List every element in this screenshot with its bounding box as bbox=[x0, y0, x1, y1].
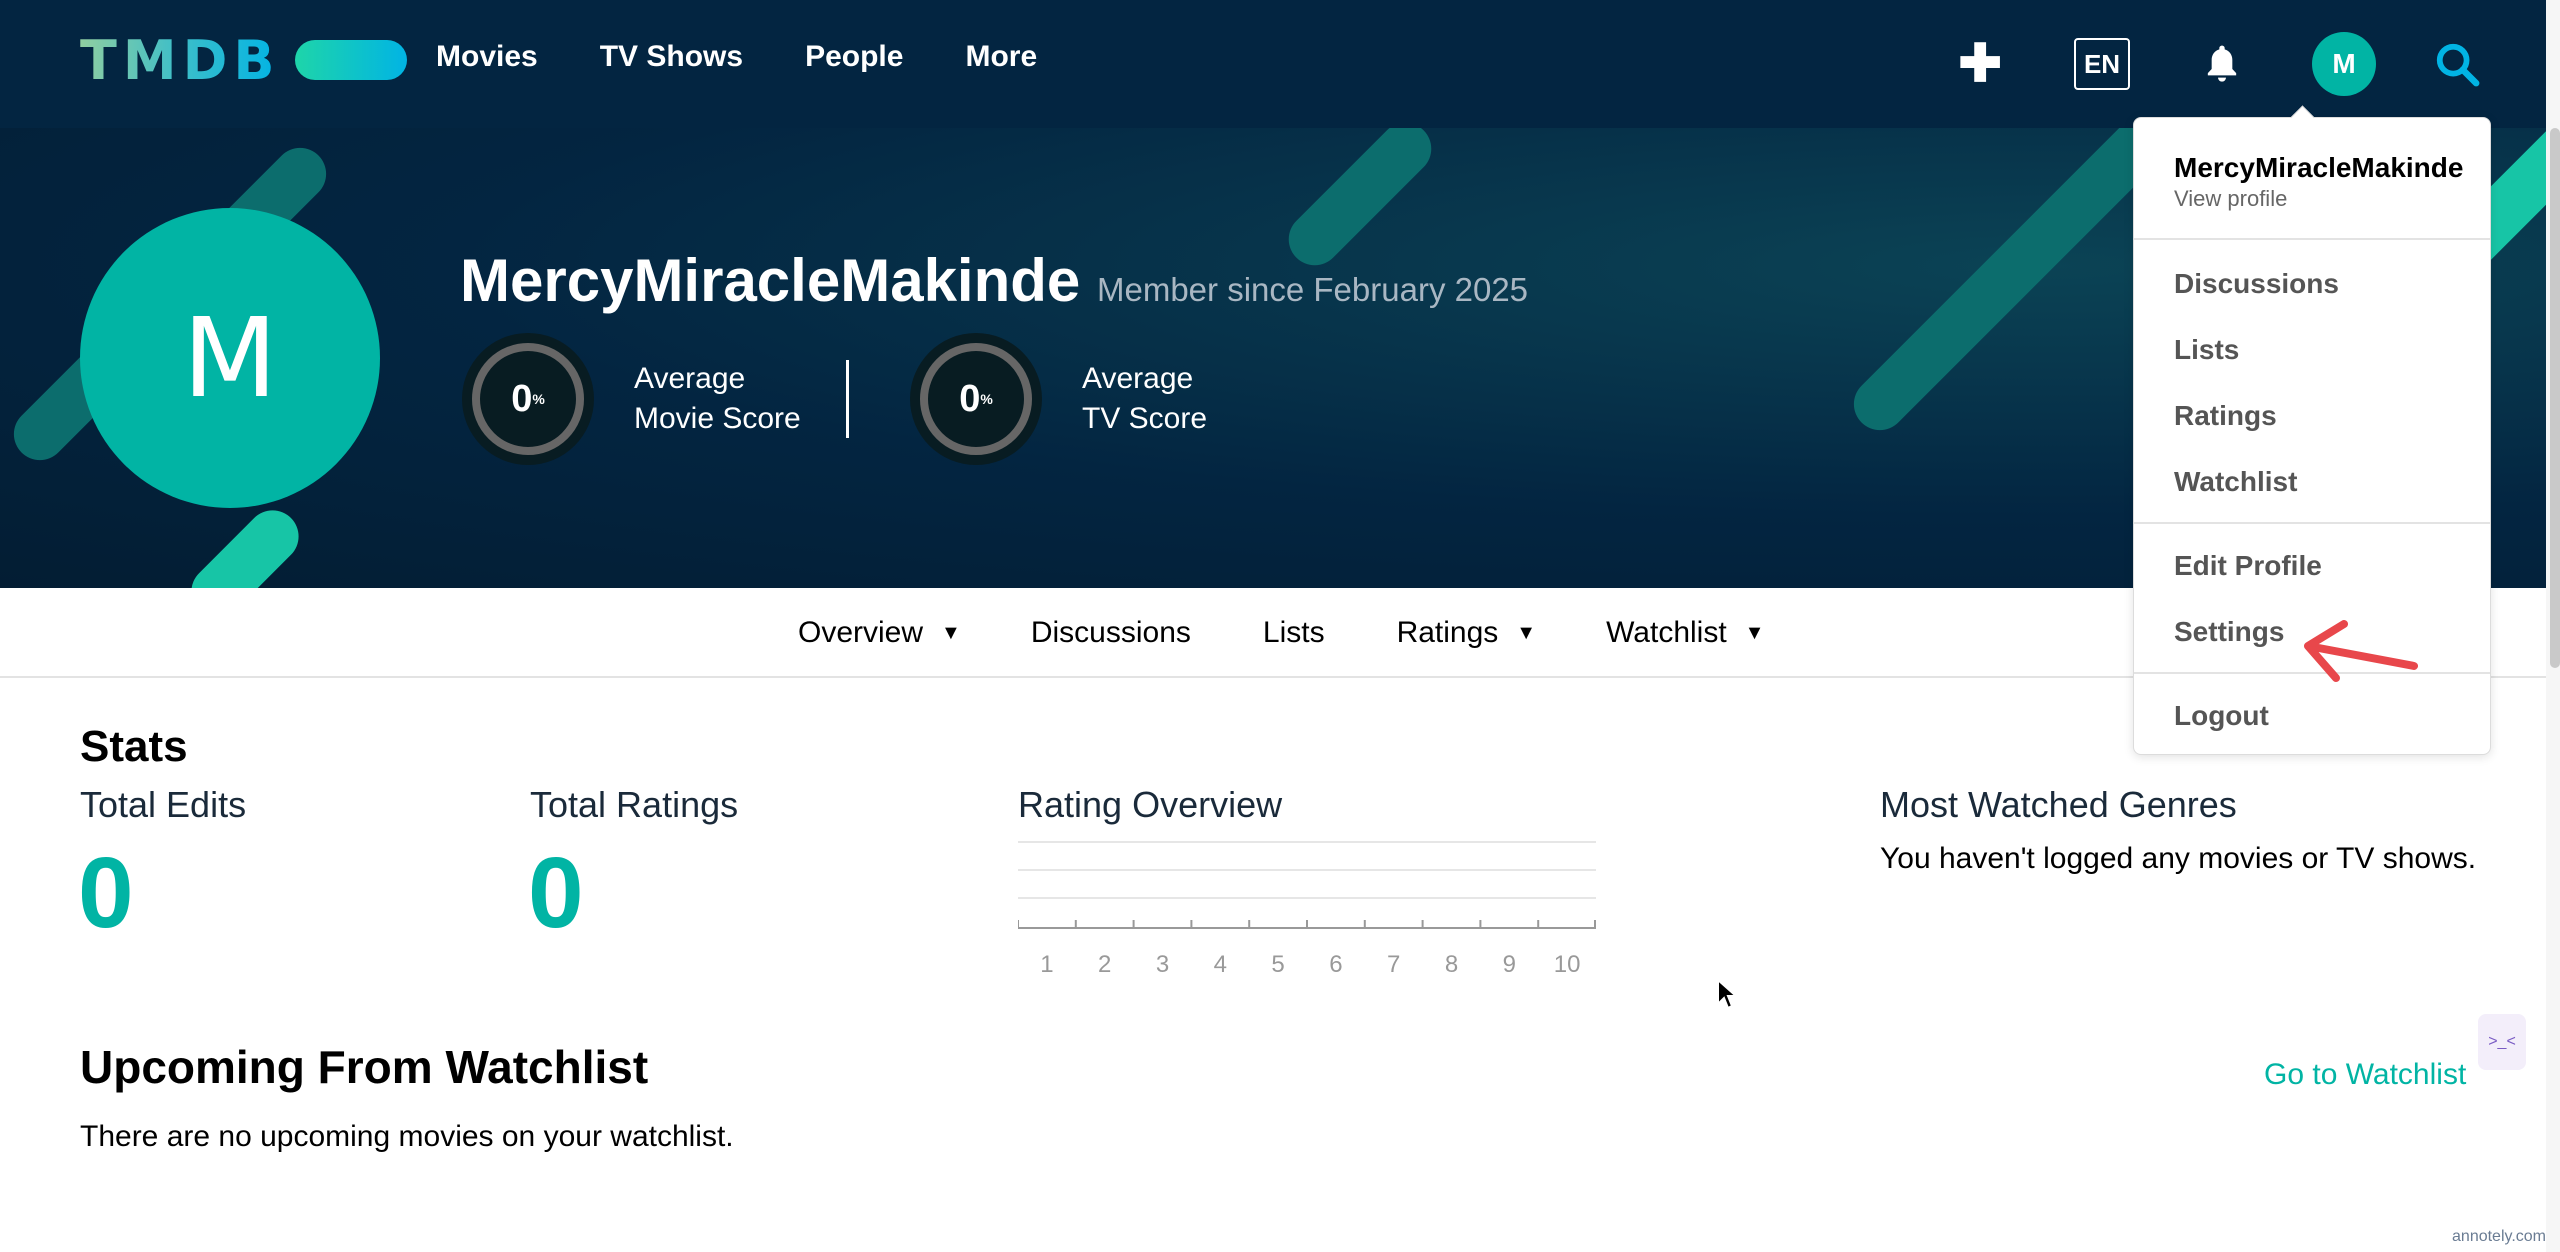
nav-tv-shows[interactable]: TV Shows bbox=[600, 40, 743, 74]
total-edits-label: Total Edits bbox=[80, 784, 247, 825]
genres-label: Most Watched Genres bbox=[1880, 784, 2237, 825]
user-avatar-button[interactable]: M bbox=[2312, 32, 2376, 96]
subnav-overview[interactable]: Overview ▼ bbox=[798, 616, 961, 650]
menu-ratings[interactable]: Ratings bbox=[2174, 400, 2277, 432]
subnav-watchlist[interactable]: Watchlist ▼ bbox=[1606, 616, 1764, 650]
score-number: 0 bbox=[959, 377, 981, 420]
profile-avatar[interactable]: M bbox=[80, 208, 380, 508]
caret-down-icon: ▼ bbox=[941, 621, 961, 644]
movie-score: 0% Average Movie Score bbox=[462, 333, 801, 465]
subnav-items: Overview ▼ Discussions Lists Ratings ▼ Wat… bbox=[798, 616, 1764, 650]
chart-tick-label: 5 bbox=[1271, 951, 1284, 978]
bell-icon[interactable] bbox=[2202, 42, 2242, 86]
caret-down-icon: ▼ bbox=[1516, 621, 1537, 644]
logo-text: TMDB bbox=[80, 28, 281, 92]
dropdown-divider bbox=[2134, 522, 2490, 524]
decorative-stripe bbox=[1277, 128, 1443, 277]
nav-actions: ✚ EN M bbox=[1958, 32, 2480, 96]
score-label: Average Movie Score bbox=[634, 359, 801, 439]
score-label: Average TV Score bbox=[1082, 359, 1207, 439]
chart-tick-label: 6 bbox=[1329, 951, 1342, 978]
top-navbar: TMDB Movies TV Shows People More ✚ EN M bbox=[0, 0, 2560, 128]
stats-heading: Stats bbox=[80, 722, 188, 771]
annotation-arrow-icon bbox=[2304, 620, 2418, 682]
nav-more[interactable]: More bbox=[965, 40, 1037, 74]
profile-username: MercyMiracleMakinde bbox=[460, 247, 1081, 314]
language-button[interactable]: EN bbox=[2074, 38, 2130, 90]
tmdb-logo[interactable]: TMDB bbox=[80, 29, 407, 92]
upcoming-heading: Upcoming From Watchlist bbox=[80, 1041, 649, 1093]
genres-empty-text: You haven't logged any movies or TV show… bbox=[1880, 842, 2477, 875]
score-label-line2: TV Score bbox=[1082, 402, 1208, 435]
dropdown-username[interactable]: MercyMiracleMakinde bbox=[2174, 152, 2463, 184]
nav-movies[interactable]: Movies bbox=[436, 40, 538, 74]
rating-overview-label: Rating Overview bbox=[1018, 784, 1283, 825]
chart-tick-label: 10 bbox=[1554, 951, 1581, 978]
subnav-label: Watchlist bbox=[1606, 616, 1727, 649]
menu-watchlist[interactable]: Watchlist bbox=[2174, 466, 2297, 498]
chart-tick-label: 7 bbox=[1387, 951, 1400, 978]
search-icon[interactable] bbox=[2434, 41, 2480, 87]
menu-lists[interactable]: Lists bbox=[2174, 334, 2239, 366]
subnav-lists[interactable]: Lists bbox=[1263, 616, 1325, 650]
caret-down-icon: ▼ bbox=[1744, 621, 1765, 644]
subnav-label: Ratings bbox=[1396, 616, 1499, 649]
member-since: Member since February 2025 bbox=[1097, 271, 1529, 308]
menu-discussions[interactable]: Discussions bbox=[2174, 268, 2339, 300]
score-ring: 0% bbox=[462, 333, 594, 465]
decorative-stripe bbox=[1843, 128, 2177, 441]
chart-tick-label: 8 bbox=[1445, 951, 1458, 978]
chart-tick-label: 3 bbox=[1156, 951, 1169, 978]
chart-tick-label: 9 bbox=[1503, 951, 1516, 978]
scrollbar-thumb[interactable] bbox=[2550, 128, 2560, 668]
nav-people[interactable]: People bbox=[805, 40, 903, 74]
decorative-stripe bbox=[180, 499, 310, 588]
go-to-watchlist-link[interactable]: Go to Watchlist bbox=[2264, 1058, 2466, 1092]
subnav-label: Lists bbox=[1262, 616, 1325, 649]
logo-pill bbox=[294, 40, 407, 80]
score-value: 0% bbox=[472, 343, 584, 455]
score-divider bbox=[846, 360, 849, 438]
score-label-line1: Average bbox=[1082, 362, 1194, 395]
main-nav: Movies TV Shows People More bbox=[436, 40, 1037, 74]
mouse-cursor-icon bbox=[1717, 978, 1738, 1010]
view-profile-link[interactable]: View profile bbox=[2174, 186, 2287, 212]
score-label-line1: Average bbox=[634, 362, 746, 395]
chart-tick-label: 2 bbox=[1098, 951, 1111, 978]
rating-overview-chart: 1 2 3 4 5 6 7 8 9 10 bbox=[1018, 841, 1596, 978]
floating-helper-icon[interactable]: >_< bbox=[2478, 1014, 2526, 1070]
subnav-ratings[interactable]: Ratings ▼ bbox=[1397, 616, 1537, 650]
score-unit: % bbox=[980, 391, 993, 407]
dropdown-divider bbox=[2134, 238, 2490, 240]
score-ring: 0% bbox=[910, 333, 1042, 465]
menu-logout[interactable]: Logout bbox=[2174, 700, 2269, 732]
total-edits-value: 0 bbox=[78, 837, 134, 949]
subnav-label: Discussions bbox=[1030, 616, 1191, 649]
chart-tick-label: 1 bbox=[1040, 951, 1053, 978]
subnav-discussions[interactable]: Discussions bbox=[1031, 616, 1191, 650]
total-ratings-label: Total Ratings bbox=[530, 784, 739, 825]
score-label-line2: Movie Score bbox=[634, 402, 801, 435]
score-number: 0 bbox=[511, 377, 533, 420]
tv-score: 0% Average TV Score bbox=[910, 333, 1207, 465]
chart-tick-label: 4 bbox=[1214, 951, 1227, 978]
score-unit: % bbox=[532, 391, 545, 407]
menu-settings[interactable]: Settings bbox=[2174, 616, 2284, 648]
menu-edit-profile[interactable]: Edit Profile bbox=[2174, 550, 2322, 582]
annotely-watermark: annotely.com bbox=[2452, 1228, 2546, 1245]
upcoming-empty-text: There are no upcoming movies on your wat… bbox=[80, 1120, 734, 1153]
score-value: 0% bbox=[920, 343, 1032, 455]
plus-icon[interactable]: ✚ bbox=[1958, 38, 2002, 90]
subnav-label: Overview bbox=[798, 616, 924, 649]
total-ratings-value: 0 bbox=[528, 837, 584, 949]
